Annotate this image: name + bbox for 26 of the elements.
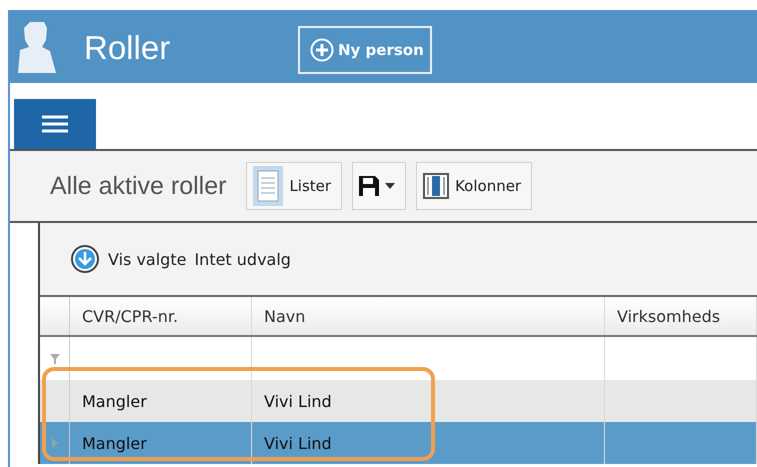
- lists-button[interactable]: Lister: [246, 162, 342, 210]
- list-title: Alle aktive roller: [50, 172, 226, 200]
- row-pointer-icon: [52, 438, 58, 448]
- column-header[interactable]: Virksomheds: [605, 297, 757, 335]
- table-cell: Mangler: [82, 434, 147, 452]
- save-button[interactable]: [352, 162, 406, 210]
- caret-icon: [385, 183, 396, 189]
- table-row[interactable]: Mangler Vivi Lind: [40, 380, 757, 422]
- menu-icon: [42, 115, 68, 133]
- save-icon: [359, 176, 380, 196]
- document-icon: [253, 166, 284, 206]
- table-cell: Mangler: [82, 392, 147, 410]
- show-selected-link[interactable]: Vis valgte: [108, 250, 186, 268]
- column-header[interactable]: CVR/CPR-nr.: [70, 297, 252, 335]
- columns-button[interactable]: Kolonner: [416, 162, 532, 210]
- selection-status: Intet udvalg: [194, 250, 291, 268]
- table-cell: Vivi Lind: [264, 434, 332, 452]
- app-title: Roller: [84, 28, 172, 66]
- column-header[interactable]: Navn: [252, 297, 605, 335]
- table-cell: Vivi Lind: [264, 392, 332, 410]
- table-row[interactable]: Mangler Vivi Lind: [40, 422, 757, 464]
- columns-icon: [423, 173, 450, 199]
- filter-icon: [50, 354, 60, 364]
- person-icon: [16, 20, 58, 76]
- menu-tab[interactable]: [14, 99, 96, 149]
- plus-icon: [310, 38, 334, 62]
